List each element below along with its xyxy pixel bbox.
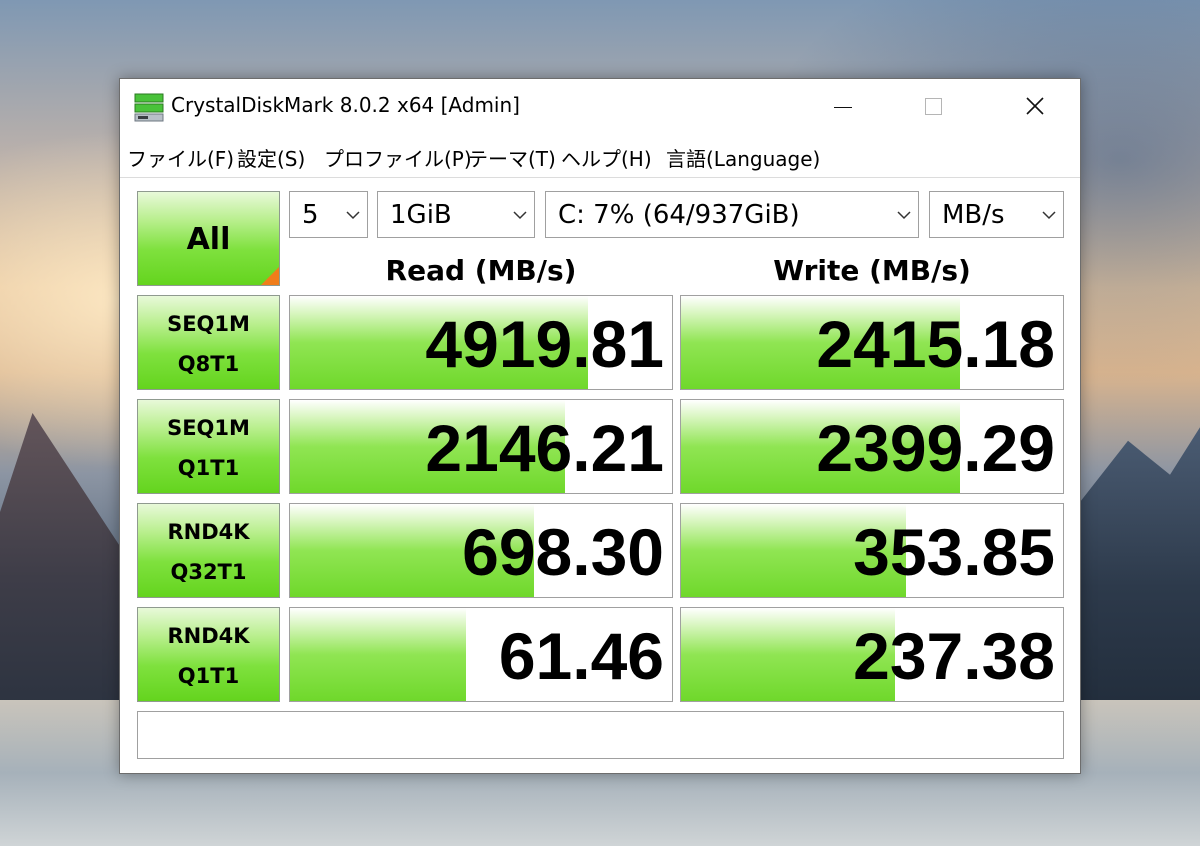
- write-value-row3: 353.85: [853, 515, 1055, 589]
- test-size-select[interactable]: 1GiB: [377, 191, 535, 238]
- read-result-row2: 2146.21: [289, 399, 673, 494]
- test-button-rnd4k-q32t1[interactable]: RND4K Q32T1: [137, 503, 280, 598]
- read-result-row4: 61.46: [289, 607, 673, 702]
- test-count-value: 5: [302, 200, 319, 230]
- write-value-row2: 2399.29: [816, 411, 1055, 485]
- run-all-button[interactable]: All: [137, 191, 280, 286]
- read-value-row3: 698.30: [462, 515, 664, 589]
- chevron-down-icon: [1042, 211, 1056, 220]
- chevron-down-icon: [513, 211, 527, 220]
- unit-value: MB/s: [942, 200, 1005, 230]
- test-label-line1: SEQ1M: [167, 416, 250, 440]
- test-label-line1: RND4K: [167, 624, 250, 648]
- test-label-line2: Q1T1: [177, 664, 240, 688]
- title-bar[interactable]: CrystalDiskMark 8.0.2 x64 [Admin]: [120, 79, 1080, 135]
- drive-value: C: 7% (64/937GiB): [558, 200, 800, 230]
- test-button-seq1m-q1t1[interactable]: SEQ1M Q1T1: [137, 399, 280, 494]
- menu-theme[interactable]: テーマ(T): [468, 143, 556, 172]
- corner-indicator: [261, 267, 279, 285]
- test-label-line1: RND4K: [167, 520, 250, 544]
- maximize-icon: [925, 98, 942, 115]
- test-label-line1: SEQ1M: [167, 312, 250, 336]
- test-label-line2: Q1T1: [177, 456, 240, 480]
- menu-bar: ファイル(F) 設定(S) プロファイル(P) テーマ(T) ヘルプ(H) 言語…: [120, 139, 1080, 175]
- write-column-header: Write (MB/s): [773, 254, 971, 287]
- minimize-button[interactable]: [796, 79, 888, 135]
- disk-app-icon: [134, 93, 164, 122]
- run-all-label: All: [186, 222, 231, 257]
- read-result-row1: 4919.81: [289, 295, 673, 390]
- read-value-row4: 61.46: [498, 619, 664, 693]
- drive-select[interactable]: C: 7% (64/937GiB): [545, 191, 919, 238]
- write-value-row4: 237.38: [853, 619, 1055, 693]
- menu-divider: [120, 177, 1080, 178]
- close-icon: [1026, 97, 1044, 115]
- read-column-header: Read (MB/s): [385, 254, 577, 287]
- test-count-select[interactable]: 5: [289, 191, 368, 238]
- write-result-row3: 353.85: [680, 503, 1064, 598]
- write-value-row1: 2415.18: [816, 307, 1055, 381]
- close-button[interactable]: [988, 79, 1080, 135]
- menu-profile[interactable]: プロファイル(P): [324, 143, 472, 172]
- window-title: CrystalDiskMark 8.0.2 x64 [Admin]: [171, 93, 520, 117]
- menu-file[interactable]: ファイル(F): [127, 143, 234, 172]
- write-result-row4: 237.38: [680, 607, 1064, 702]
- test-label-line2: Q32T1: [170, 560, 247, 584]
- test-button-seq1m-q8t1[interactable]: SEQ1M Q8T1: [137, 295, 280, 390]
- read-result-row3: 698.30: [289, 503, 673, 598]
- read-bar-row4: [290, 608, 466, 701]
- minimize-icon: [834, 107, 852, 108]
- status-comment-field[interactable]: [137, 711, 1064, 759]
- read-value-row2: 2146.21: [425, 411, 664, 485]
- menu-help[interactable]: ヘルプ(H): [561, 143, 652, 172]
- test-label-line2: Q8T1: [177, 352, 240, 376]
- unit-select[interactable]: MB/s: [929, 191, 1064, 238]
- write-result-row2: 2399.29: [680, 399, 1064, 494]
- read-value-row1: 4919.81: [425, 307, 664, 381]
- write-result-row1: 2415.18: [680, 295, 1064, 390]
- chevron-down-icon: [897, 211, 911, 220]
- maximize-button[interactable]: [888, 79, 980, 135]
- test-size-value: 1GiB: [390, 200, 452, 230]
- test-button-rnd4k-q1t1[interactable]: RND4K Q1T1: [137, 607, 280, 702]
- menu-settings[interactable]: 設定(S): [237, 143, 305, 172]
- menu-language[interactable]: 言語(Language): [666, 143, 820, 172]
- chevron-down-icon: [346, 211, 360, 220]
- app-window: CrystalDiskMark 8.0.2 x64 [Admin] ファイル(F…: [119, 78, 1081, 774]
